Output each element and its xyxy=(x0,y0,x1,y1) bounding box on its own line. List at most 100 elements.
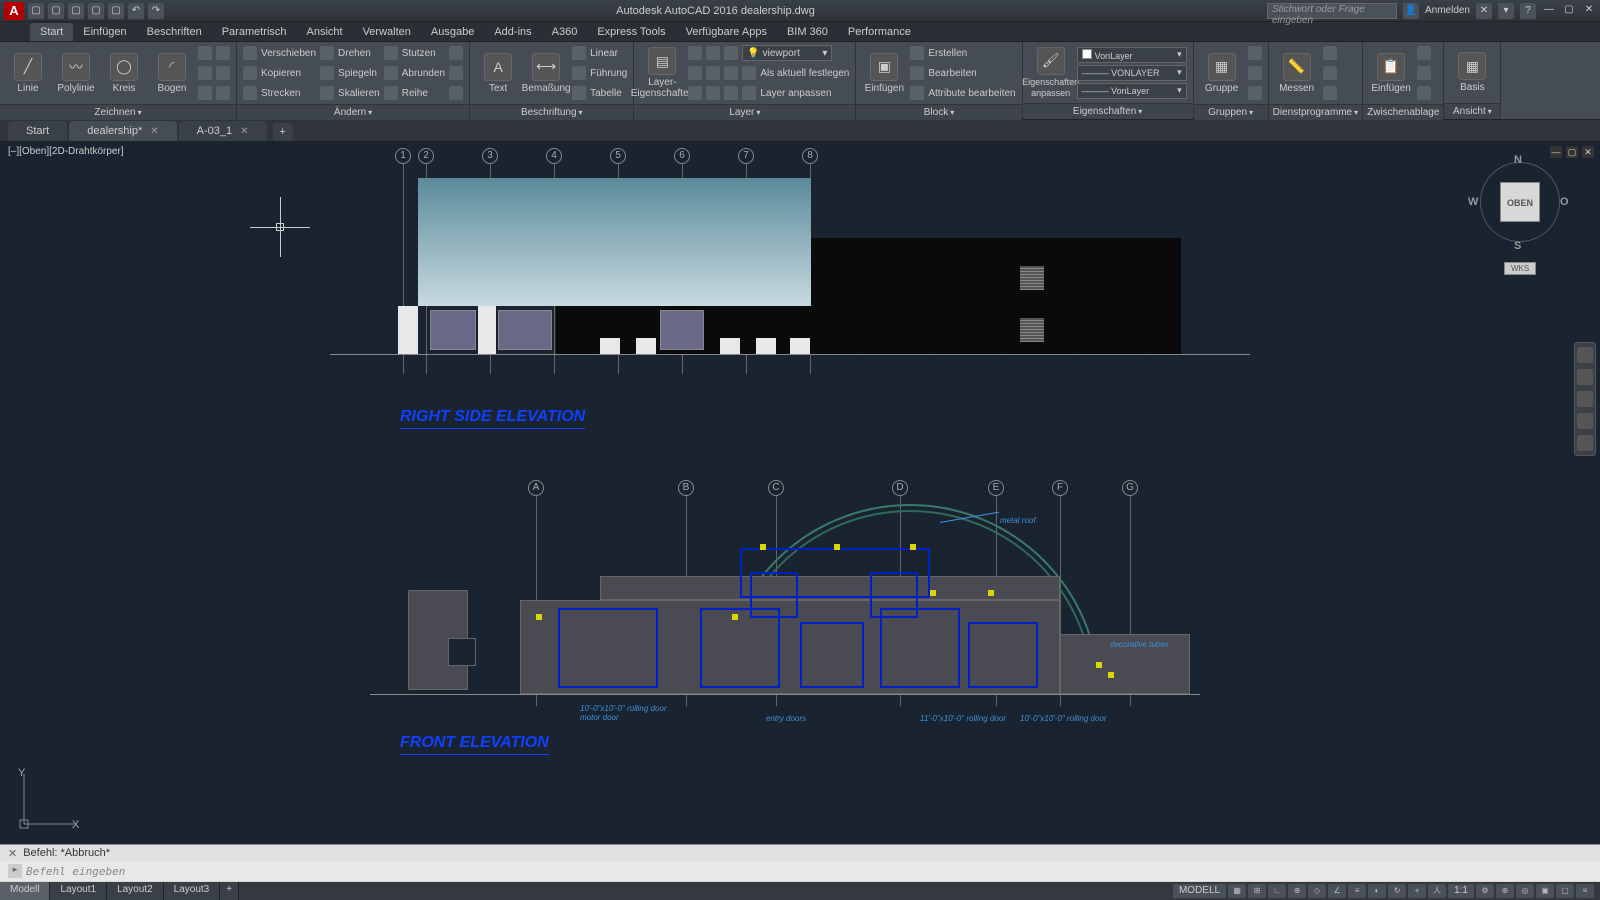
tab-layout1[interactable]: Layout1 xyxy=(50,882,107,900)
transparency-icon[interactable]: ◐ xyxy=(1368,884,1386,898)
quickcalc-icon[interactable] xyxy=(1323,66,1337,80)
block-einfuegen-button[interactable]: ▣Einfügen xyxy=(862,53,906,94)
anpassen-button[interactable]: Layer anpassen xyxy=(760,88,831,99)
linetype-dropdown[interactable]: ——— VONLAYER▾ xyxy=(1077,65,1187,81)
status-model[interactable]: MODELL xyxy=(1173,884,1226,898)
command-input[interactable]: ▸Befehl eingeben xyxy=(0,861,1600,881)
rect-icon[interactable] xyxy=(198,46,212,60)
showmotion-icon[interactable] xyxy=(1577,435,1593,451)
layprev-icon[interactable] xyxy=(742,66,756,80)
stayconnected-icon[interactable]: ▾ xyxy=(1498,3,1514,19)
cmd-arrow-icon[interactable]: ▸ xyxy=(8,864,22,878)
bogen-button[interactable]: ◜Bogen xyxy=(150,53,194,94)
ungroup-icon[interactable] xyxy=(1248,46,1262,60)
layer-off-icon[interactable] xyxy=(688,46,702,60)
cut-icon[interactable] xyxy=(1417,46,1431,60)
viewcube-north[interactable]: N xyxy=(1514,154,1522,166)
panel-title-block[interactable]: Block▾ xyxy=(856,104,1021,120)
qat-undo-icon[interactable]: ↶ xyxy=(128,3,144,19)
layulk-icon[interactable] xyxy=(724,86,738,100)
tab-performance[interactable]: Performance xyxy=(838,23,921,41)
osnap-icon[interactable]: ◇ xyxy=(1308,884,1326,898)
customize-icon[interactable]: ≡ xyxy=(1576,884,1594,898)
tab-ausgabe[interactable]: Ausgabe xyxy=(421,23,484,41)
spline-icon[interactable] xyxy=(216,66,230,80)
basis-button[interactable]: ▦Basis xyxy=(1450,52,1494,93)
qat-new-icon[interactable]: ▢ xyxy=(28,3,44,19)
viewcube-west[interactable]: W xyxy=(1468,196,1478,208)
drehen-button[interactable]: Drehen xyxy=(320,44,380,62)
isolate-icon[interactable]: ◎ xyxy=(1516,884,1534,898)
panel-title-zeichnen[interactable]: Zeichnen▾ xyxy=(0,104,236,120)
id-icon[interactable] xyxy=(1323,86,1337,100)
close-icon[interactable]: ✕ xyxy=(150,126,158,137)
bemassung-button[interactable]: ⟷Bemaßung xyxy=(524,53,568,94)
annomonitor-icon[interactable]: + xyxy=(1408,884,1426,898)
panel-title-aendern[interactable]: Ändern▾ xyxy=(237,104,469,120)
viewcube-south[interactable]: S xyxy=(1514,240,1521,252)
signin-label[interactable]: Anmelden xyxy=(1425,5,1470,16)
linear-button[interactable]: Linear xyxy=(572,44,627,62)
select-icon[interactable] xyxy=(1323,46,1337,60)
polylinie-button[interactable]: 〰Polylinie xyxy=(54,53,98,94)
otrack-icon[interactable]: ∠ xyxy=(1328,884,1346,898)
kreis-button[interactable]: ◯Kreis xyxy=(102,53,146,94)
skalieren-button[interactable]: Skalieren xyxy=(320,84,380,102)
drawing-viewport[interactable]: [–][Oben][2D-Drahtkörper] — ▢ ✕ 1 2 3 4 … xyxy=(0,142,1600,844)
help-icon[interactable]: ? xyxy=(1520,3,1536,19)
region-icon[interactable] xyxy=(216,86,230,100)
annoscale-icon[interactable]: 人 xyxy=(1428,884,1446,898)
panel-title-layer[interactable]: Layer▾ xyxy=(634,104,855,120)
panel-title-eigenschaften[interactable]: Eigenschaften▾ xyxy=(1023,103,1193,119)
point-icon[interactable] xyxy=(198,86,212,100)
explode-icon[interactable] xyxy=(449,46,463,60)
reihe-button[interactable]: Reihe xyxy=(384,84,445,102)
exchange-icon[interactable]: ✕ xyxy=(1476,3,1492,19)
aktuell-button[interactable]: Als aktuell festlegen xyxy=(760,68,849,79)
workspace-icon[interactable]: ⊕ xyxy=(1496,884,1514,898)
steering-wheel-icon[interactable] xyxy=(1577,347,1593,363)
layiso-icon[interactable] xyxy=(724,66,738,80)
tab-layout3[interactable]: Layout3 xyxy=(164,882,221,900)
qat-open-icon[interactable]: ▢ xyxy=(48,3,64,19)
copyclip-icon[interactable] xyxy=(1417,66,1431,80)
verschieben-button[interactable]: Verschieben xyxy=(243,44,316,62)
tab-ansicht[interactable]: Ansicht xyxy=(297,23,353,41)
qat-saveas-icon[interactable]: ▢ xyxy=(88,3,104,19)
block-attr-button[interactable]: Attribute bearbeiten xyxy=(910,84,1015,102)
close-icon[interactable]: ✕ xyxy=(240,126,248,137)
hatch-icon[interactable] xyxy=(216,46,230,60)
layerprops-button[interactable]: ▤Layer-Eigenschaften xyxy=(640,47,684,99)
signin-icon[interactable]: 👤 xyxy=(1403,3,1419,19)
file-tab-dealership[interactable]: dealership*✕ xyxy=(69,121,176,141)
block-erstellen-button[interactable]: Erstellen xyxy=(910,44,1015,62)
erase-icon[interactable] xyxy=(449,86,463,100)
tab-verwalten[interactable]: Verwalten xyxy=(353,23,421,41)
status-scale[interactable]: 1:1 xyxy=(1448,884,1474,898)
groupsel-icon[interactable] xyxy=(1248,86,1262,100)
kopieren-button[interactable]: Kopieren xyxy=(243,64,316,82)
viewcube-wks[interactable]: WKS xyxy=(1504,262,1536,275)
ortho-icon[interactable]: ∟ xyxy=(1268,884,1286,898)
block-bearbeiten-button[interactable]: Bearbeiten xyxy=(910,64,1015,82)
fuehrung-button[interactable]: Führung xyxy=(572,64,627,82)
tab-apps[interactable]: Verfügbare Apps xyxy=(676,23,777,41)
close-icon[interactable]: ✕ xyxy=(1582,4,1596,18)
cmd-close-icon[interactable]: ✕ xyxy=(8,847,17,860)
text-button[interactable]: AText xyxy=(476,53,520,94)
tab-beschriften[interactable]: Beschriften xyxy=(137,23,212,41)
qat-plot-icon[interactable]: ▢ xyxy=(108,3,124,19)
infocenter-search[interactable]: Stichwort oder Frage eingeben xyxy=(1267,3,1397,19)
tab-bim360[interactable]: BIM 360 xyxy=(777,23,838,41)
laymatch-icon[interactable] xyxy=(706,66,720,80)
laymcur-icon[interactable] xyxy=(688,66,702,80)
panel-title-gruppen[interactable]: Gruppen▾ xyxy=(1194,104,1268,120)
tab-addins[interactable]: Add-ins xyxy=(484,23,541,41)
gear-icon[interactable]: ⚙ xyxy=(1476,884,1494,898)
pastespec-icon[interactable] xyxy=(1417,86,1431,100)
tab-a360[interactable]: A360 xyxy=(542,23,588,41)
color-dropdown[interactable]: VonLayer▾ xyxy=(1077,47,1187,63)
laywalk-icon[interactable] xyxy=(742,86,756,100)
tab-modell[interactable]: Modell xyxy=(0,882,50,900)
laythw-icon[interactable] xyxy=(706,86,720,100)
